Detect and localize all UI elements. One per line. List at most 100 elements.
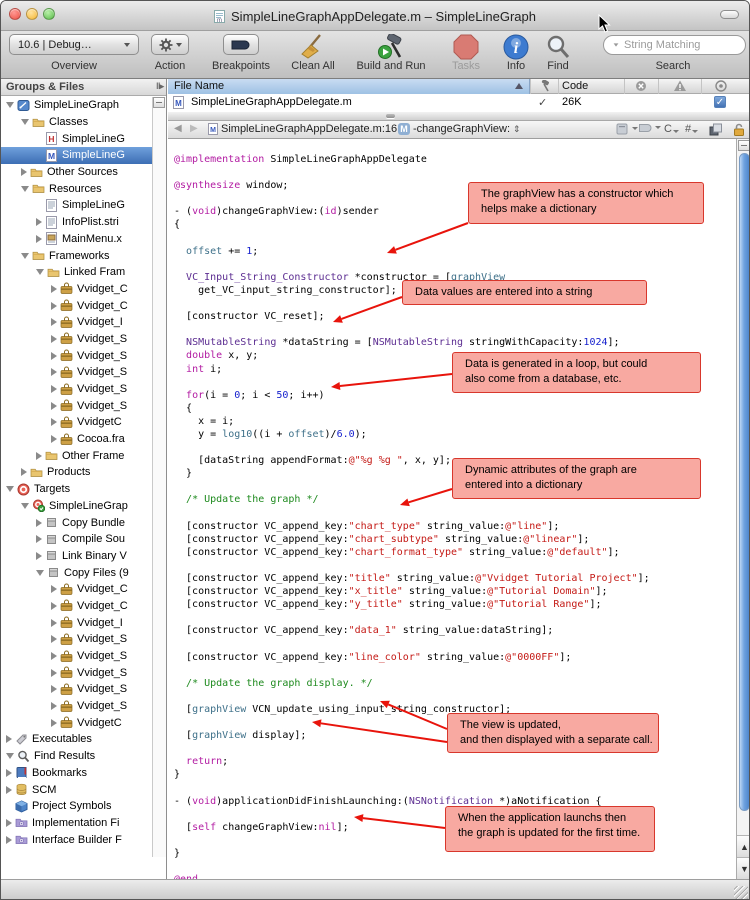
disclosure-triangle-icon[interactable]	[51, 334, 57, 343]
breakpoints-menu[interactable]	[638, 123, 661, 133]
resize-grip[interactable]	[734, 886, 748, 899]
disclosure-triangle-icon[interactable]	[21, 502, 29, 509]
sidebar-item-find-results[interactable]: Find Results	[1, 748, 152, 765]
sidebar-item-other-frame[interactable]: Other Frame	[1, 447, 152, 464]
sidebar-item-vvidgetc[interactable]: VvidgetC	[1, 714, 152, 731]
disclosure-triangle-icon[interactable]	[51, 702, 57, 711]
sidebar-item-vvidget-c[interactable]: Vvidget_C	[1, 581, 152, 598]
file-name-column-header[interactable]: File Name	[168, 79, 530, 94]
sidebar-split-button[interactable]	[153, 97, 165, 108]
search-field[interactable]	[603, 35, 749, 55]
disclosure-triangle-icon[interactable]	[6, 768, 12, 777]
symbol-popup[interactable]: M -changeGraphView: ⇕	[398, 123, 521, 135]
disclosure-triangle-icon[interactable]	[51, 685, 57, 694]
disclosure-triangle-icon[interactable]	[36, 234, 42, 243]
sidebar-item-vvidget-i[interactable]: Vvidget_I	[1, 314, 152, 331]
sidebar-item-vvidget-s[interactable]: Vvidget_S	[1, 664, 152, 681]
file-row[interactable]: M SimpleLineGraphAppDelegate.m ✓ 26K ✓	[168, 94, 749, 112]
file-history-popup[interactable]: M SimpleLineGraphAppDelegate.m:16 ⇕	[208, 123, 408, 135]
sidebar-item-vvidget-s[interactable]: Vvidget_S	[1, 698, 152, 715]
build-column-header[interactable]	[538, 79, 550, 95]
disclosure-triangle-icon[interactable]	[21, 168, 27, 177]
toolbar-toggle-pill[interactable]	[720, 10, 739, 19]
overview-popup[interactable]: 10.6 | Debug…	[9, 34, 139, 55]
sidebar-item-bookmarks[interactable]: Bookmarks	[1, 765, 152, 782]
disclosure-triangle-icon[interactable]	[36, 551, 42, 560]
disclosure-triangle-icon[interactable]	[51, 601, 57, 610]
sidebar-item-mainmenu-x[interactable]: MainMenu.x	[1, 231, 152, 248]
sidebar-item-executables[interactable]: Executables	[1, 731, 152, 748]
sidebar-item-vvidget-c[interactable]: Vvidget_C	[1, 297, 152, 314]
title-bar[interactable]: m SimpleLineGraphAppDelegate.m – SimpleL…	[1, 1, 749, 31]
disclosure-triangle-icon[interactable]	[6, 835, 12, 844]
sidebar-item-vvidget-s[interactable]: Vvidget_S	[1, 397, 152, 414]
disclosure-triangle-icon[interactable]	[51, 318, 57, 327]
lock-button[interactable]	[733, 123, 745, 136]
search-input[interactable]	[622, 38, 749, 52]
disclosure-triangle-icon[interactable]	[6, 753, 14, 760]
breakpoints-button[interactable]	[223, 34, 259, 55]
sidebar-item-resources[interactable]: Resources	[1, 180, 152, 197]
code-editor[interactable]: @implementation SimpleLineGraphAppDelega…	[168, 139, 749, 879]
sidebar-item-simplelinegrap[interactable]: SimpleLineGrap	[1, 498, 152, 515]
disclosure-triangle-icon[interactable]	[21, 119, 29, 126]
sidebar-item-vvidget-s[interactable]: Vvidget_S	[1, 648, 152, 665]
sidebar-item-simplelineg[interactable]: M SimpleLineG	[1, 147, 152, 164]
action-button[interactable]	[151, 34, 189, 55]
pane-splitter[interactable]	[168, 112, 749, 121]
sidebar-item-copy-bundle[interactable]: Copy Bundle	[1, 514, 152, 531]
code-column-header[interactable]: Code	[562, 80, 588, 92]
disclosure-triangle-icon[interactable]	[51, 635, 57, 644]
sidebar-item-vvidgetc[interactable]: VvidgetC	[1, 414, 152, 431]
disclosure-triangle-icon[interactable]	[51, 585, 57, 594]
disclosure-triangle-icon[interactable]	[51, 618, 57, 627]
sidebar-item-classes[interactable]: Classes	[1, 114, 152, 131]
sidebar-item-targets[interactable]: Targets	[1, 481, 152, 498]
disclosure-triangle-icon[interactable]	[51, 435, 57, 444]
sidebar-item-vvidget-s[interactable]: Vvidget_S	[1, 681, 152, 698]
disclosure-triangle-icon[interactable]	[51, 418, 57, 427]
disclosure-triangle-icon[interactable]	[6, 818, 12, 827]
disclosure-triangle-icon[interactable]	[6, 102, 14, 109]
counterpart-button[interactable]	[709, 123, 722, 136]
includes-menu[interactable]: #	[685, 123, 699, 135]
disclosure-triangle-icon[interactable]	[21, 185, 29, 192]
splitter-toggle-icon[interactable]: ‖▸	[156, 81, 164, 92]
disclosure-triangle-icon[interactable]	[6, 785, 12, 794]
back-button[interactable]: ◀	[174, 123, 182, 134]
disclosure-triangle-icon[interactable]	[51, 368, 57, 377]
disclosure-triangle-icon[interactable]	[51, 401, 57, 410]
source-code[interactable]: @implementation SimpleLineGraphAppDelega…	[174, 153, 650, 879]
sidebar-item-simplelineg[interactable]: SimpleLineG	[1, 197, 152, 214]
sidebar-item-vvidget-i[interactable]: Vvidget_I	[1, 614, 152, 631]
disclosure-triangle-icon[interactable]	[51, 301, 57, 310]
target-column-header[interactable]	[715, 80, 727, 95]
disclosure-triangle-icon[interactable]	[36, 269, 44, 276]
sidebar-item-interface-builder-f[interactable]: Interface Builder F	[1, 831, 152, 848]
disclosure-triangle-icon[interactable]	[6, 735, 12, 744]
scroll-up-arrow[interactable]: ▲	[737, 835, 749, 857]
warnings-column-header[interactable]	[674, 80, 687, 95]
disclosure-triangle-icon[interactable]	[51, 385, 57, 394]
sidebar-item-project-symbols[interactable]: Project Symbols	[1, 798, 152, 815]
sidebar-item-vvidget-s[interactable]: Vvidget_S	[1, 347, 152, 364]
sidebar-item-products[interactable]: Products	[1, 464, 152, 481]
disclosure-triangle-icon[interactable]	[51, 351, 57, 360]
class-hierarchy-menu[interactable]: C	[664, 123, 679, 135]
bookmarks-menu[interactable]	[616, 123, 638, 135]
disclosure-triangle-icon[interactable]	[51, 718, 57, 727]
splitter-dimple[interactable]	[386, 114, 395, 118]
sidebar-item-scm[interactable]: SCM	[1, 781, 152, 798]
sidebar-item-vvidget-c[interactable]: Vvidget_C	[1, 281, 152, 298]
sidebar-item-vvidget-s[interactable]: Vvidget_S	[1, 631, 152, 648]
sidebar-item-infoplist-stri[interactable]: InfoPlist.stri	[1, 214, 152, 231]
disclosure-triangle-icon[interactable]	[21, 468, 27, 477]
sidebar-item-other-sources[interactable]: Other Sources	[1, 164, 152, 181]
scrollbar-thumb[interactable]	[738, 153, 749, 811]
forward-button[interactable]: ▶	[190, 123, 198, 134]
sidebar-item-frameworks[interactable]: Frameworks	[1, 247, 152, 264]
sidebar-item-vvidget-c[interactable]: Vvidget_C	[1, 598, 152, 615]
sidebar-item-vvidget-s[interactable]: Vvidget_S	[1, 364, 152, 381]
disclosure-triangle-icon[interactable]	[6, 486, 14, 493]
sidebar-item-implementation-fi[interactable]: Implementation Fi	[1, 815, 152, 832]
